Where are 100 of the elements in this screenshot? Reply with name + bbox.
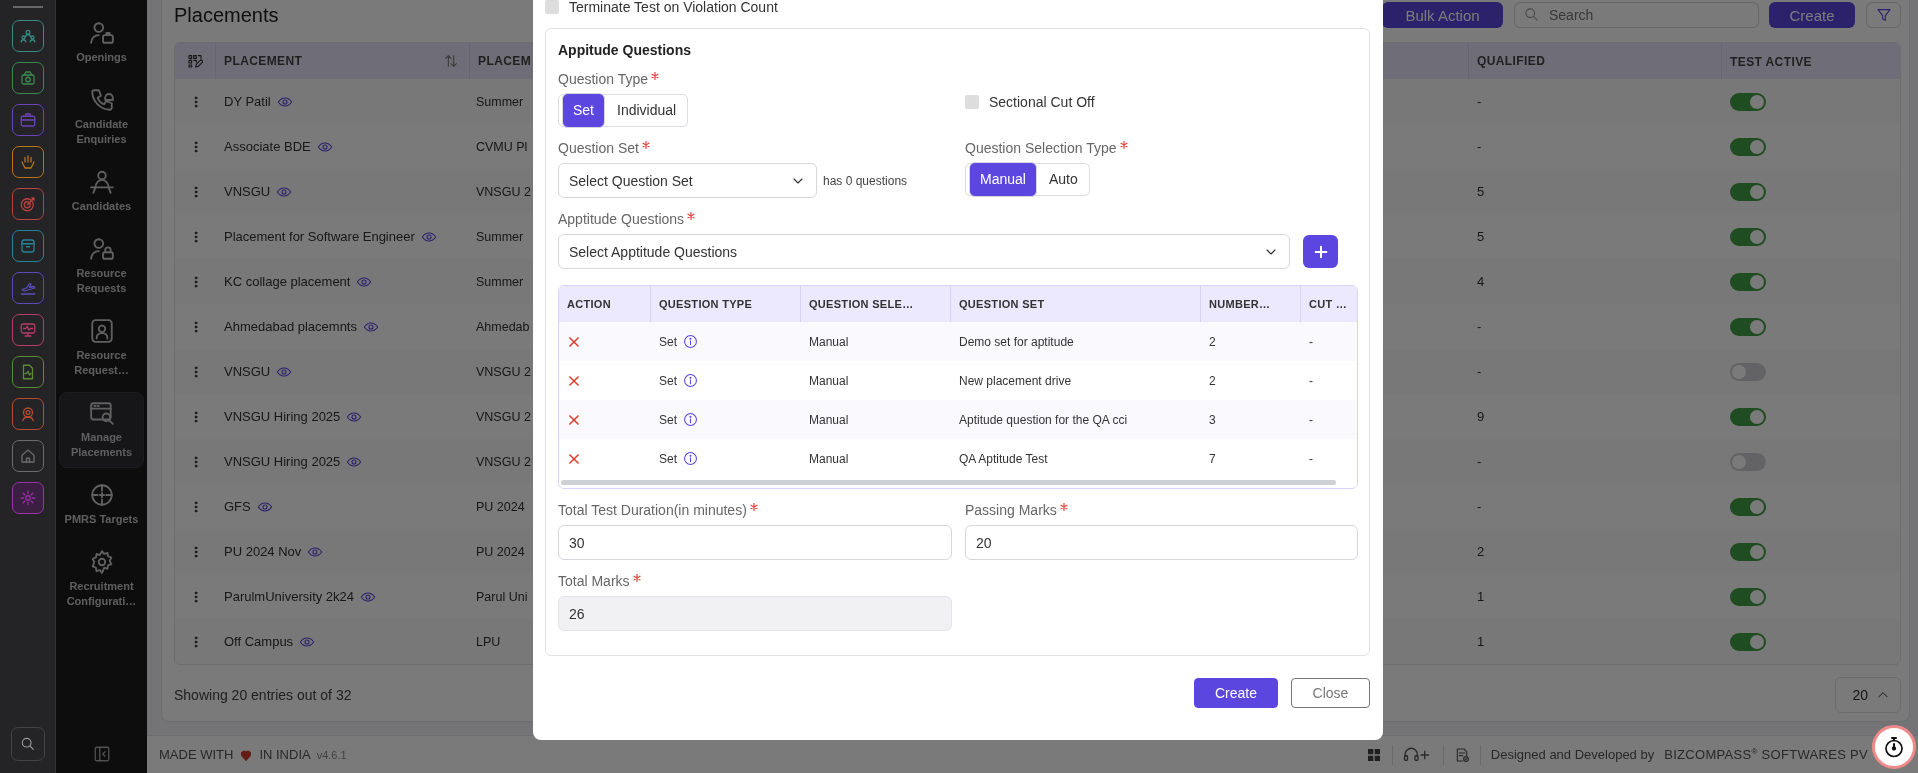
segment-option[interactable]: Manual [969,162,1037,197]
toggle-switch[interactable] [1730,497,1766,516]
create-button[interactable]: Create [1194,678,1278,708]
delete-icon[interactable] [567,373,581,388]
collapse-sidebar-icon[interactable] [92,745,111,763]
segment-option[interactable]: Auto [1040,167,1086,192]
table-cell-text: PU 2024 [475,544,525,559]
table-cell-text: - [1308,412,1313,427]
column-header: PLACEM [477,54,532,68]
app-tile[interactable] [11,188,44,220]
table-cell-text: 4 [1476,274,1485,289]
app-tile[interactable] [11,20,44,52]
delete-icon[interactable] [567,412,581,427]
table-cell: VNSGU Hiring 2025 [224,454,341,469]
app-tile[interactable] [11,356,44,388]
toggle-switch[interactable] [1730,317,1766,336]
info-icon[interactable] [683,373,698,388]
delete-icon[interactable] [567,334,581,349]
nav-item[interactable]: PMRS Targets [59,474,144,535]
info-icon[interactable] [683,451,698,466]
timer-button[interactable] [1872,725,1916,769]
section-title: Appitude Questions [558,42,692,58]
segment-option[interactable]: Individual [609,98,685,123]
nav-item[interactable]: Manage Placements [59,392,144,468]
table-cell-text: Manual [808,412,849,427]
app-tile[interactable] [11,272,44,304]
nav-item[interactable]: Resource Requests [59,228,144,304]
entries-summary: Showing 20 entries out of 32 [174,687,352,703]
toggle-switch[interactable] [1730,137,1766,156]
table-cell: DY Patil [224,94,271,109]
table-cell-text: 5 [1476,184,1485,199]
column-header: PLACEMENT [224,54,303,68]
plus-icon [1312,243,1329,260]
info-icon[interactable] [683,334,698,349]
field-label: Question Set [558,140,639,156]
info-icon[interactable] [683,412,698,427]
toggle-switch[interactable] [1730,542,1766,561]
field-label: Apptitude Questions [558,211,685,227]
bulk-action-button[interactable]: Bulk Action [1382,2,1503,28]
close-button[interactable]: Close [1291,678,1370,708]
column-settings-icon[interactable] [187,53,203,69]
app-tile[interactable] [11,230,44,262]
nav-item[interactable]: Openings [59,12,144,73]
window-search-icon [88,400,115,426]
app-tile[interactable] [11,146,44,178]
footer-text: IN INDIA [259,747,311,762]
phone-bell-icon [88,87,115,113]
toggle-switch[interactable] [1730,272,1766,291]
table-cell: Set [659,373,677,388]
toggle-switch[interactable] [1730,92,1766,111]
field-label: Total Marks [558,573,630,589]
toggle-switch[interactable] [1730,182,1766,201]
search-icon [1524,7,1539,22]
input-field[interactable]: 20 [965,525,1358,560]
nav-item[interactable]: Resource Request… [59,310,144,386]
toggle-switch[interactable] [1730,632,1766,651]
column-header: QUALIFIED [1476,54,1546,68]
add-button[interactable] [1303,235,1338,268]
field-label: Total Test Duration(in minutes) [558,502,747,518]
checkbox[interactable] [965,95,979,109]
app-tile[interactable] [11,398,44,430]
page-title: Placements [174,3,279,27]
input-field[interactable]: 30 [558,525,952,560]
table-cell-text: - [1476,454,1482,469]
nav-item[interactable]: Candidate Enquiries [59,79,144,155]
toggle-switch[interactable] [1730,227,1766,246]
table-cell: Set [659,451,677,466]
footer-text: Designed and Developed by [1490,747,1655,762]
app-tile[interactable] [11,482,44,514]
table-cell-text: - [1476,94,1482,109]
toggle-switch[interactable] [1730,407,1766,426]
app-tile[interactable] [11,314,44,346]
sort-icon[interactable] [443,53,459,69]
scrollbar[interactable] [561,480,1336,485]
table-cell: VNSGU [224,184,271,199]
app-tile[interactable] [11,440,44,472]
segment-option[interactable]: Set [562,93,605,128]
person-desk-icon [88,169,115,195]
nav-item[interactable]: Candidates [59,161,144,222]
app-tile[interactable] [11,104,44,136]
table-cell-text: PU 2024 [475,499,525,514]
delete-icon[interactable] [567,451,581,466]
filter-button[interactable] [1866,2,1901,28]
create-button[interactable]: Create [1769,2,1855,28]
page-size-select[interactable]: 20 [1835,677,1901,713]
app-glyph-icon [18,27,37,45]
table-cell: VNSGU Hiring 2025 [224,409,341,424]
field-label: Question Type [558,71,649,87]
table-cell-text: 2 [1208,373,1216,388]
app-tile[interactable] [11,62,44,94]
nav-item[interactable]: Recruitment Configurati… [59,541,144,617]
checkbox[interactable] [545,0,559,14]
windows-icon[interactable] [1365,746,1382,763]
toggle-switch[interactable] [1730,587,1766,606]
search-field[interactable]: Search [1514,2,1759,28]
dropdown-select[interactable]: Select Question Set [558,163,817,198]
table-cell-text: CVMU Pl [475,139,528,154]
table-cell-text: Manual [808,373,849,388]
search-button[interactable] [10,727,45,761]
dropdown-select[interactable]: Select Apptitude Questions [558,234,1290,269]
